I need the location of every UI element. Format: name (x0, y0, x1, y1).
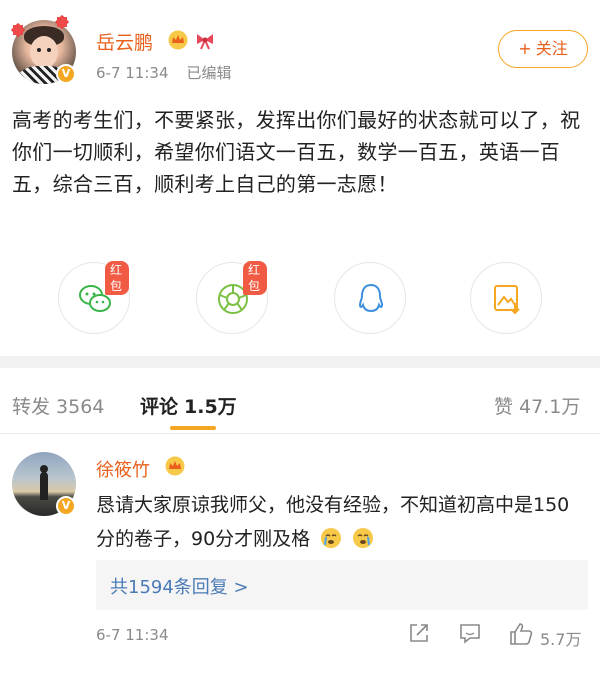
share-row: 红包 红包 (0, 261, 600, 342)
tab-like-count: 47.1万 (519, 396, 581, 418)
tab-comment-label: 评论 (140, 396, 179, 418)
hongbao-tag: 红包 (243, 261, 267, 295)
tab-comment[interactable]: 评论 1.5万 (140, 392, 237, 419)
avatar-person (40, 472, 48, 500)
tab-comment-count: 1.5万 (184, 396, 237, 418)
share-qq-button[interactable] (334, 262, 406, 334)
post-content: 高考的考生们，不要紧张，发挥出你们最好的状态就可以了，祝你们一切顺利，希望你们语… (12, 108, 581, 196)
save-image-button[interactable] (470, 262, 542, 334)
verified-badge-icon: V (56, 496, 76, 516)
tab-like[interactable]: 赞 47.1万 (494, 392, 580, 419)
tab-repost-count: 3564 (56, 396, 105, 418)
plus-icon: + (518, 39, 532, 58)
post-header: V 岳云鹏 6-7 11:34 已编辑 + 关注 (0, 0, 600, 95)
replies-box[interactable]: 共1594条回复 > (96, 560, 588, 610)
section-divider (0, 356, 600, 368)
comment-time: 6-7 11:34 (96, 626, 169, 644)
tab-like-label: 赞 (494, 396, 514, 418)
crown-icon (168, 30, 188, 50)
tab-repost[interactable]: 转发 3564 (12, 392, 104, 419)
flower-icon (54, 14, 70, 30)
avatar-face (30, 36, 58, 68)
comment-like-count: 5.7万 (540, 630, 582, 649)
like-icon[interactable] (508, 622, 534, 646)
avatar-eye (37, 48, 41, 52)
follow-label: 关注 (535, 39, 568, 58)
view-replies-link[interactable]: 共1594条回复 > (110, 573, 249, 599)
author-name[interactable]: 岳云鹏 (96, 28, 153, 55)
follow-button[interactable]: + 关注 (498, 30, 588, 68)
active-tab-indicator (170, 426, 216, 430)
post-date: 6-7 11:34 (96, 64, 169, 82)
flower-icon (10, 22, 26, 38)
edited-label: 已编辑 (186, 64, 232, 82)
engagement-tabs: 转发 3564 评论 1.5万 赞 47.1万 (0, 368, 600, 434)
comment-icon[interactable] (458, 622, 482, 644)
author-avatar[interactable]: V (12, 20, 76, 84)
comment-author[interactable]: 徐筱竹 (96, 456, 150, 482)
avatar-eye (47, 48, 51, 52)
bow-icon (197, 34, 213, 50)
share-moments-button[interactable]: 红包 (196, 261, 268, 334)
share-wechat-button[interactable]: 红包 (58, 261, 130, 334)
commenter-avatar[interactable]: V (12, 452, 76, 516)
share-icon[interactable] (408, 622, 430, 644)
cry-emoji-icon (353, 528, 374, 548)
comment-text: 恳请大家原谅我师父，他没有经验，不知道初高中是150分的卷子，90分才刚及格 (96, 488, 586, 556)
post-meta: 6-7 11:34 已编辑 (96, 62, 250, 83)
tab-repost-label: 转发 (12, 396, 51, 418)
hongbao-tag: 红包 (105, 261, 129, 295)
crown-icon (165, 456, 185, 476)
verified-badge-icon: V (56, 64, 76, 84)
weibo-post-page: V 岳云鹏 6-7 11:34 已编辑 + 关注 高考的考生们，不要紧张，发挥出你们… (0, 0, 600, 675)
qq-icon (358, 283, 384, 313)
cry-emoji-icon (321, 528, 342, 548)
comment-item: V 徐筱竹 恳请大家原谅我师父，他没有经验，不知道初高中是150分的卷子，90分… (0, 436, 600, 675)
save-image-icon (494, 285, 520, 315)
